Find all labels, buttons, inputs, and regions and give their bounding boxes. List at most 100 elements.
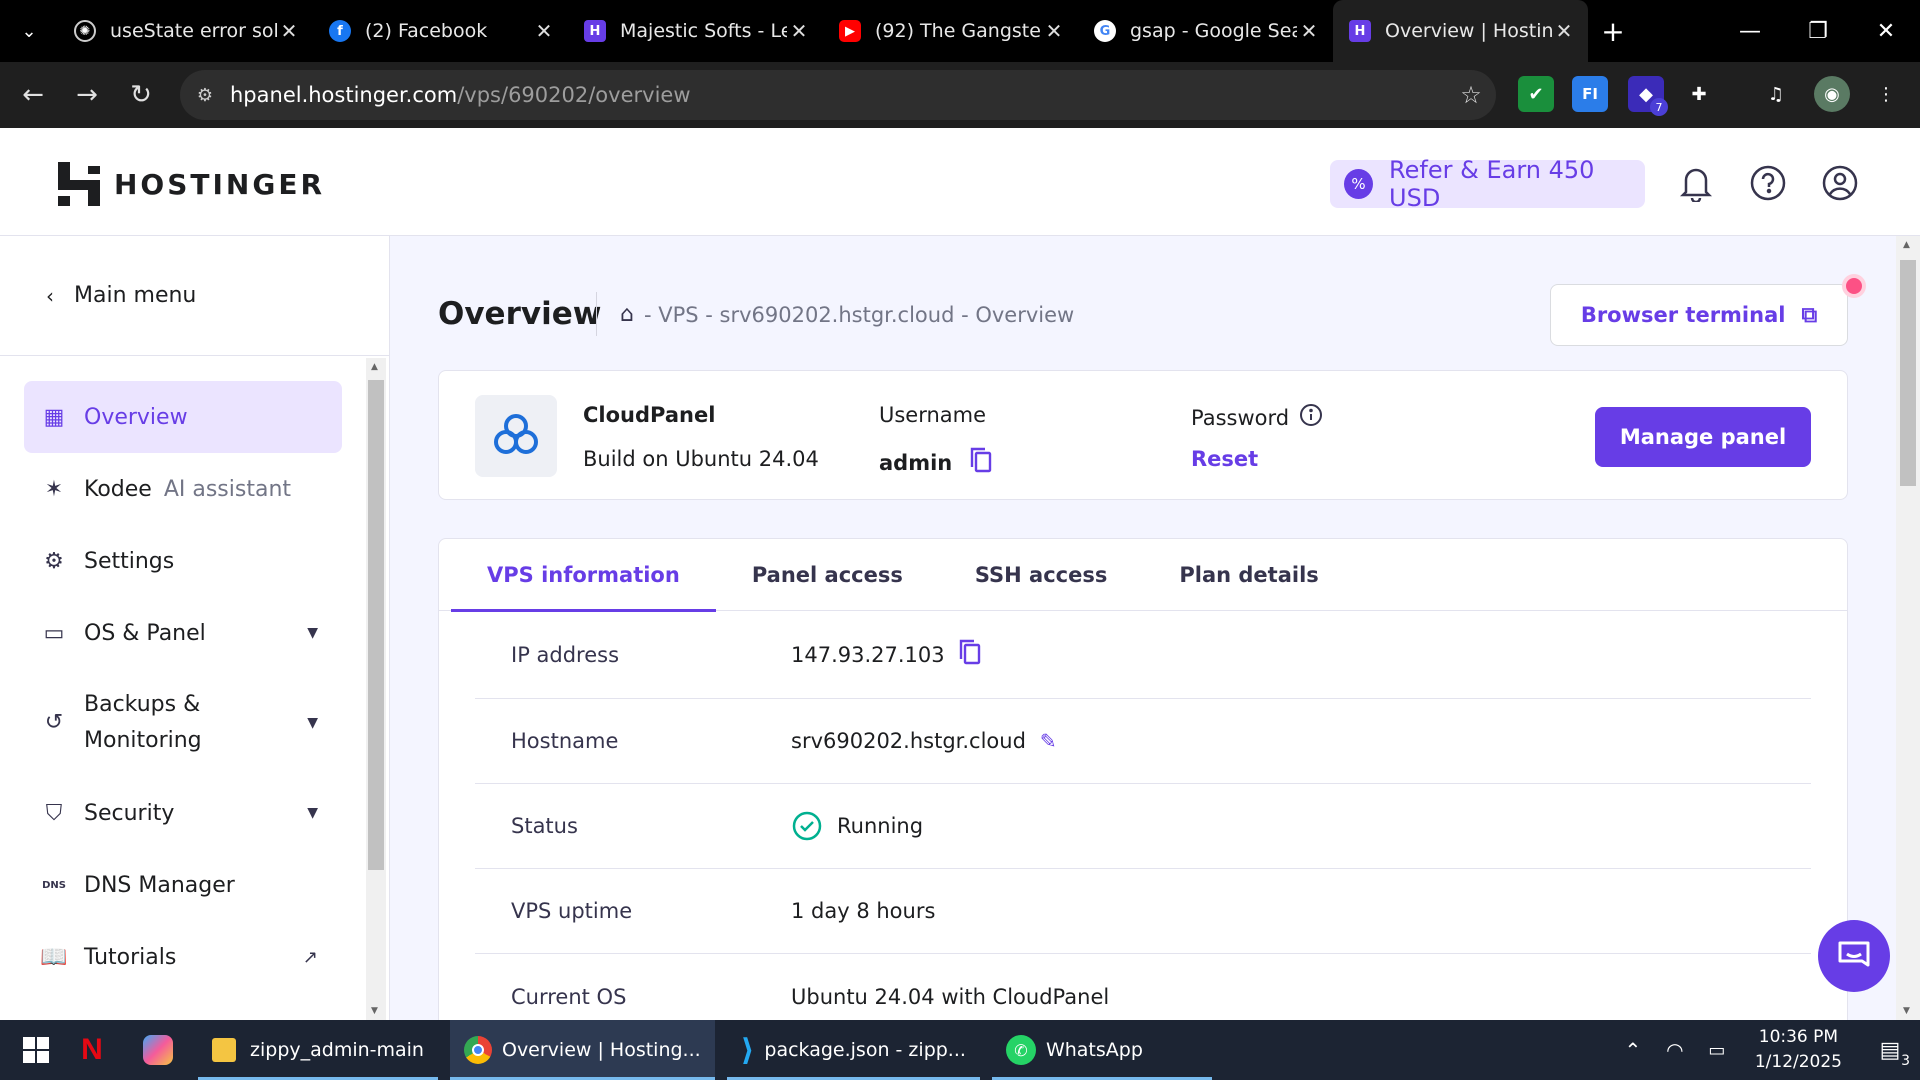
tab-plan-details[interactable]: Plan details xyxy=(1143,539,1354,611)
forward-arrow-icon[interactable]: → xyxy=(60,68,114,122)
live-chat-button[interactable] xyxy=(1818,920,1890,992)
main-scroll-thumb[interactable] xyxy=(1900,260,1916,486)
scroll-up-icon[interactable]: ▲ xyxy=(1903,240,1910,250)
scroll-up-icon[interactable]: ▲ xyxy=(371,362,378,372)
close-tab-icon[interactable]: ✕ xyxy=(277,19,301,43)
notification-dot xyxy=(1842,274,1866,298)
hostinger-logo[interactable]: HOSTINGER xyxy=(58,162,325,206)
close-tab-icon[interactable]: ✕ xyxy=(787,19,811,43)
sidebar-item-label: DNS Manager xyxy=(84,872,235,898)
close-window-icon[interactable]: ✕ xyxy=(1852,0,1920,62)
minimize-icon[interactable]: — xyxy=(1716,0,1784,62)
main-scrollbar[interactable]: ▲ ▼ xyxy=(1896,236,1920,1020)
copy-icon[interactable] xyxy=(959,639,981,670)
sidebar-item-os-panel[interactable]: ▭ OS & Panel ▼ xyxy=(24,597,342,669)
taskbar-app-label: Overview | Hosting... xyxy=(501,1039,701,1061)
sidebar-item-security[interactable]: ⛉ Security ▼ xyxy=(24,777,342,849)
sidebar-item-settings[interactable]: ⚙ Settings xyxy=(24,525,342,597)
close-tab-icon[interactable]: ✕ xyxy=(532,19,556,43)
windows-taskbar: N zippy_admin-main Overview | Hosting...… xyxy=(0,1020,1920,1080)
help-question-icon[interactable] xyxy=(1748,163,1788,203)
notifications-bell-icon[interactable] xyxy=(1676,163,1716,203)
chevron-up-icon[interactable]: ⌃ xyxy=(1613,1038,1653,1062)
sidebar-scroll-thumb[interactable] xyxy=(368,380,384,870)
row-value-group: Running xyxy=(791,810,923,842)
gear-icon: ⚙ xyxy=(44,548,64,574)
shield-extension-icon[interactable]: ✔ xyxy=(1518,76,1554,112)
bookmark-star-icon[interactable]: ☆ xyxy=(1446,81,1496,109)
row-label: Hostname xyxy=(511,729,619,753)
clock-date: 1/12/2025 xyxy=(1754,1052,1842,1072)
status-value: Running xyxy=(837,814,924,838)
sidebar-nav: ▦ Overview ✶ Kodee AI assistant ⚙ Settin… xyxy=(24,381,342,993)
home-icon[interactable]: ⌂ xyxy=(620,302,634,327)
fi-extension-icon[interactable]: FI xyxy=(1572,76,1608,112)
scroll-down-icon[interactable]: ▼ xyxy=(1903,1006,1910,1016)
scroll-down-icon[interactable]: ▼ xyxy=(371,1006,378,1016)
profile-avatar-icon[interactable]: ◉ xyxy=(1814,76,1850,112)
info-row-uptime: VPS uptime 1 day 8 hours xyxy=(475,869,1811,954)
facebook-icon: f xyxy=(329,20,351,42)
browser-menu-icon[interactable]: ⋮ xyxy=(1868,76,1904,112)
restore-icon[interactable]: ❐ xyxy=(1784,0,1852,62)
tab-ssh-access[interactable]: SSH access xyxy=(939,539,1144,611)
battery-icon[interactable]: ▭ xyxy=(1697,1040,1737,1061)
discount-badge-icon: % xyxy=(1344,169,1374,199)
breadcrumb-text[interactable]: - VPS - srv690202.hstgr.cloud - Overview xyxy=(644,303,1074,327)
sidebar-item-tutorials[interactable]: 📖 Tutorials ↗ xyxy=(24,921,342,993)
close-tab-icon[interactable]: ✕ xyxy=(1297,19,1321,43)
windows-start-icon[interactable] xyxy=(8,1020,64,1080)
reload-icon[interactable]: ↻ xyxy=(114,68,168,122)
browser-tab[interactable]: ▶ (92) The Gangster ✕ xyxy=(823,0,1078,62)
taskbar-app-file-explorer[interactable]: zippy_admin-main xyxy=(198,1020,438,1080)
close-tab-icon[interactable]: ✕ xyxy=(1042,19,1066,43)
url-text[interactable]: hpanel.hostinger.com/vps/690202/overview xyxy=(230,83,1446,107)
browser-tab[interactable]: G gsap - Google Sea ✕ xyxy=(1078,0,1333,62)
site-info-icon[interactable]: ⚙ xyxy=(180,85,230,106)
browser-tab[interactable]: f (2) Facebook ✕ xyxy=(313,0,568,62)
chevron-left-icon: ‹ xyxy=(46,283,54,308)
browser-tab[interactable]: ✺ useState error solu ✕ xyxy=(58,0,313,62)
refer-earn-button[interactable]: % Refer & Earn 450 USD xyxy=(1330,156,1645,212)
main-menu-back-link[interactable]: ‹ Main menu xyxy=(0,236,389,356)
hostname-value: srv690202.hstgr.cloud xyxy=(791,729,1026,753)
tab-panel-access[interactable]: Panel access xyxy=(716,539,939,611)
info-icon[interactable] xyxy=(1299,403,1323,432)
clock[interactable]: 10:36 PM 1/12/2025 xyxy=(1755,1025,1842,1075)
notification-center-icon[interactable]: ▤ 3 xyxy=(1866,1038,1914,1069)
reset-password-link[interactable]: Reset xyxy=(1191,447,1258,471)
extensions-puzzle-icon[interactable]: ✚ xyxy=(1681,76,1717,112)
sidebar-item-backups[interactable]: ↺ Backups & Monitoring ▼ xyxy=(24,669,342,777)
copy-icon[interactable] xyxy=(970,447,992,478)
extension-badge-icon[interactable]: ◆ 7 xyxy=(1628,76,1668,116)
sidebar-item-dns-manager[interactable]: DNS DNS Manager xyxy=(24,849,342,921)
address-bar[interactable]: ⚙ hpanel.hostinger.com/vps/690202/overvi… xyxy=(180,70,1496,120)
openai-icon: ✺ xyxy=(74,20,96,42)
browser-tab-active[interactable]: H Overview | Hosting ✕ xyxy=(1333,0,1588,62)
taskbar-app-whatsapp[interactable]: ✆ WhatsApp xyxy=(991,1020,1212,1080)
sidebar-item-kodee[interactable]: ✶ Kodee AI assistant xyxy=(24,453,342,525)
taskbar-app-vscode[interactable]: ⟩ package.json - zipp... xyxy=(726,1020,980,1080)
netflix-icon[interactable]: N xyxy=(64,1020,120,1080)
tab-search-chevron-icon[interactable]: ⌄ xyxy=(0,0,58,62)
ip-address-value: 147.93.27.103 xyxy=(791,642,945,667)
edit-pencil-icon[interactable]: ✎ xyxy=(1040,729,1057,753)
manage-panel-button[interactable]: Manage panel xyxy=(1595,407,1811,467)
back-arrow-icon[interactable]: ← xyxy=(6,68,60,122)
taskbar-app-label: package.json - zipp... xyxy=(764,1039,966,1061)
browser-tab[interactable]: H Majestic Softs - Le ✕ xyxy=(568,0,823,62)
media-control-icon[interactable]: ♫ xyxy=(1758,76,1794,112)
browser-terminal-button[interactable]: Browser terminal ⧉ xyxy=(1550,284,1848,346)
copilot-icon[interactable] xyxy=(130,1020,186,1080)
sidebar-item-overview[interactable]: ▦ Overview xyxy=(24,381,342,453)
wifi-icon[interactable]: ◠ xyxy=(1653,1038,1697,1062)
sidebar-item-label: OS & Panel xyxy=(84,620,206,646)
account-user-icon[interactable] xyxy=(1820,163,1860,203)
new-tab-plus-icon[interactable]: + xyxy=(1588,15,1638,48)
sidebar-item-sublabel: AI assistant xyxy=(163,476,292,502)
taskbar-app-chrome[interactable]: Overview | Hosting... xyxy=(449,1020,715,1080)
close-tab-icon[interactable]: ✕ xyxy=(1552,19,1576,43)
sidebar-scrollbar[interactable]: ▲ ▼ xyxy=(366,358,386,1020)
vscode-icon: ⟩ xyxy=(740,1032,755,1068)
tab-vps-information[interactable]: VPS information xyxy=(451,539,716,612)
